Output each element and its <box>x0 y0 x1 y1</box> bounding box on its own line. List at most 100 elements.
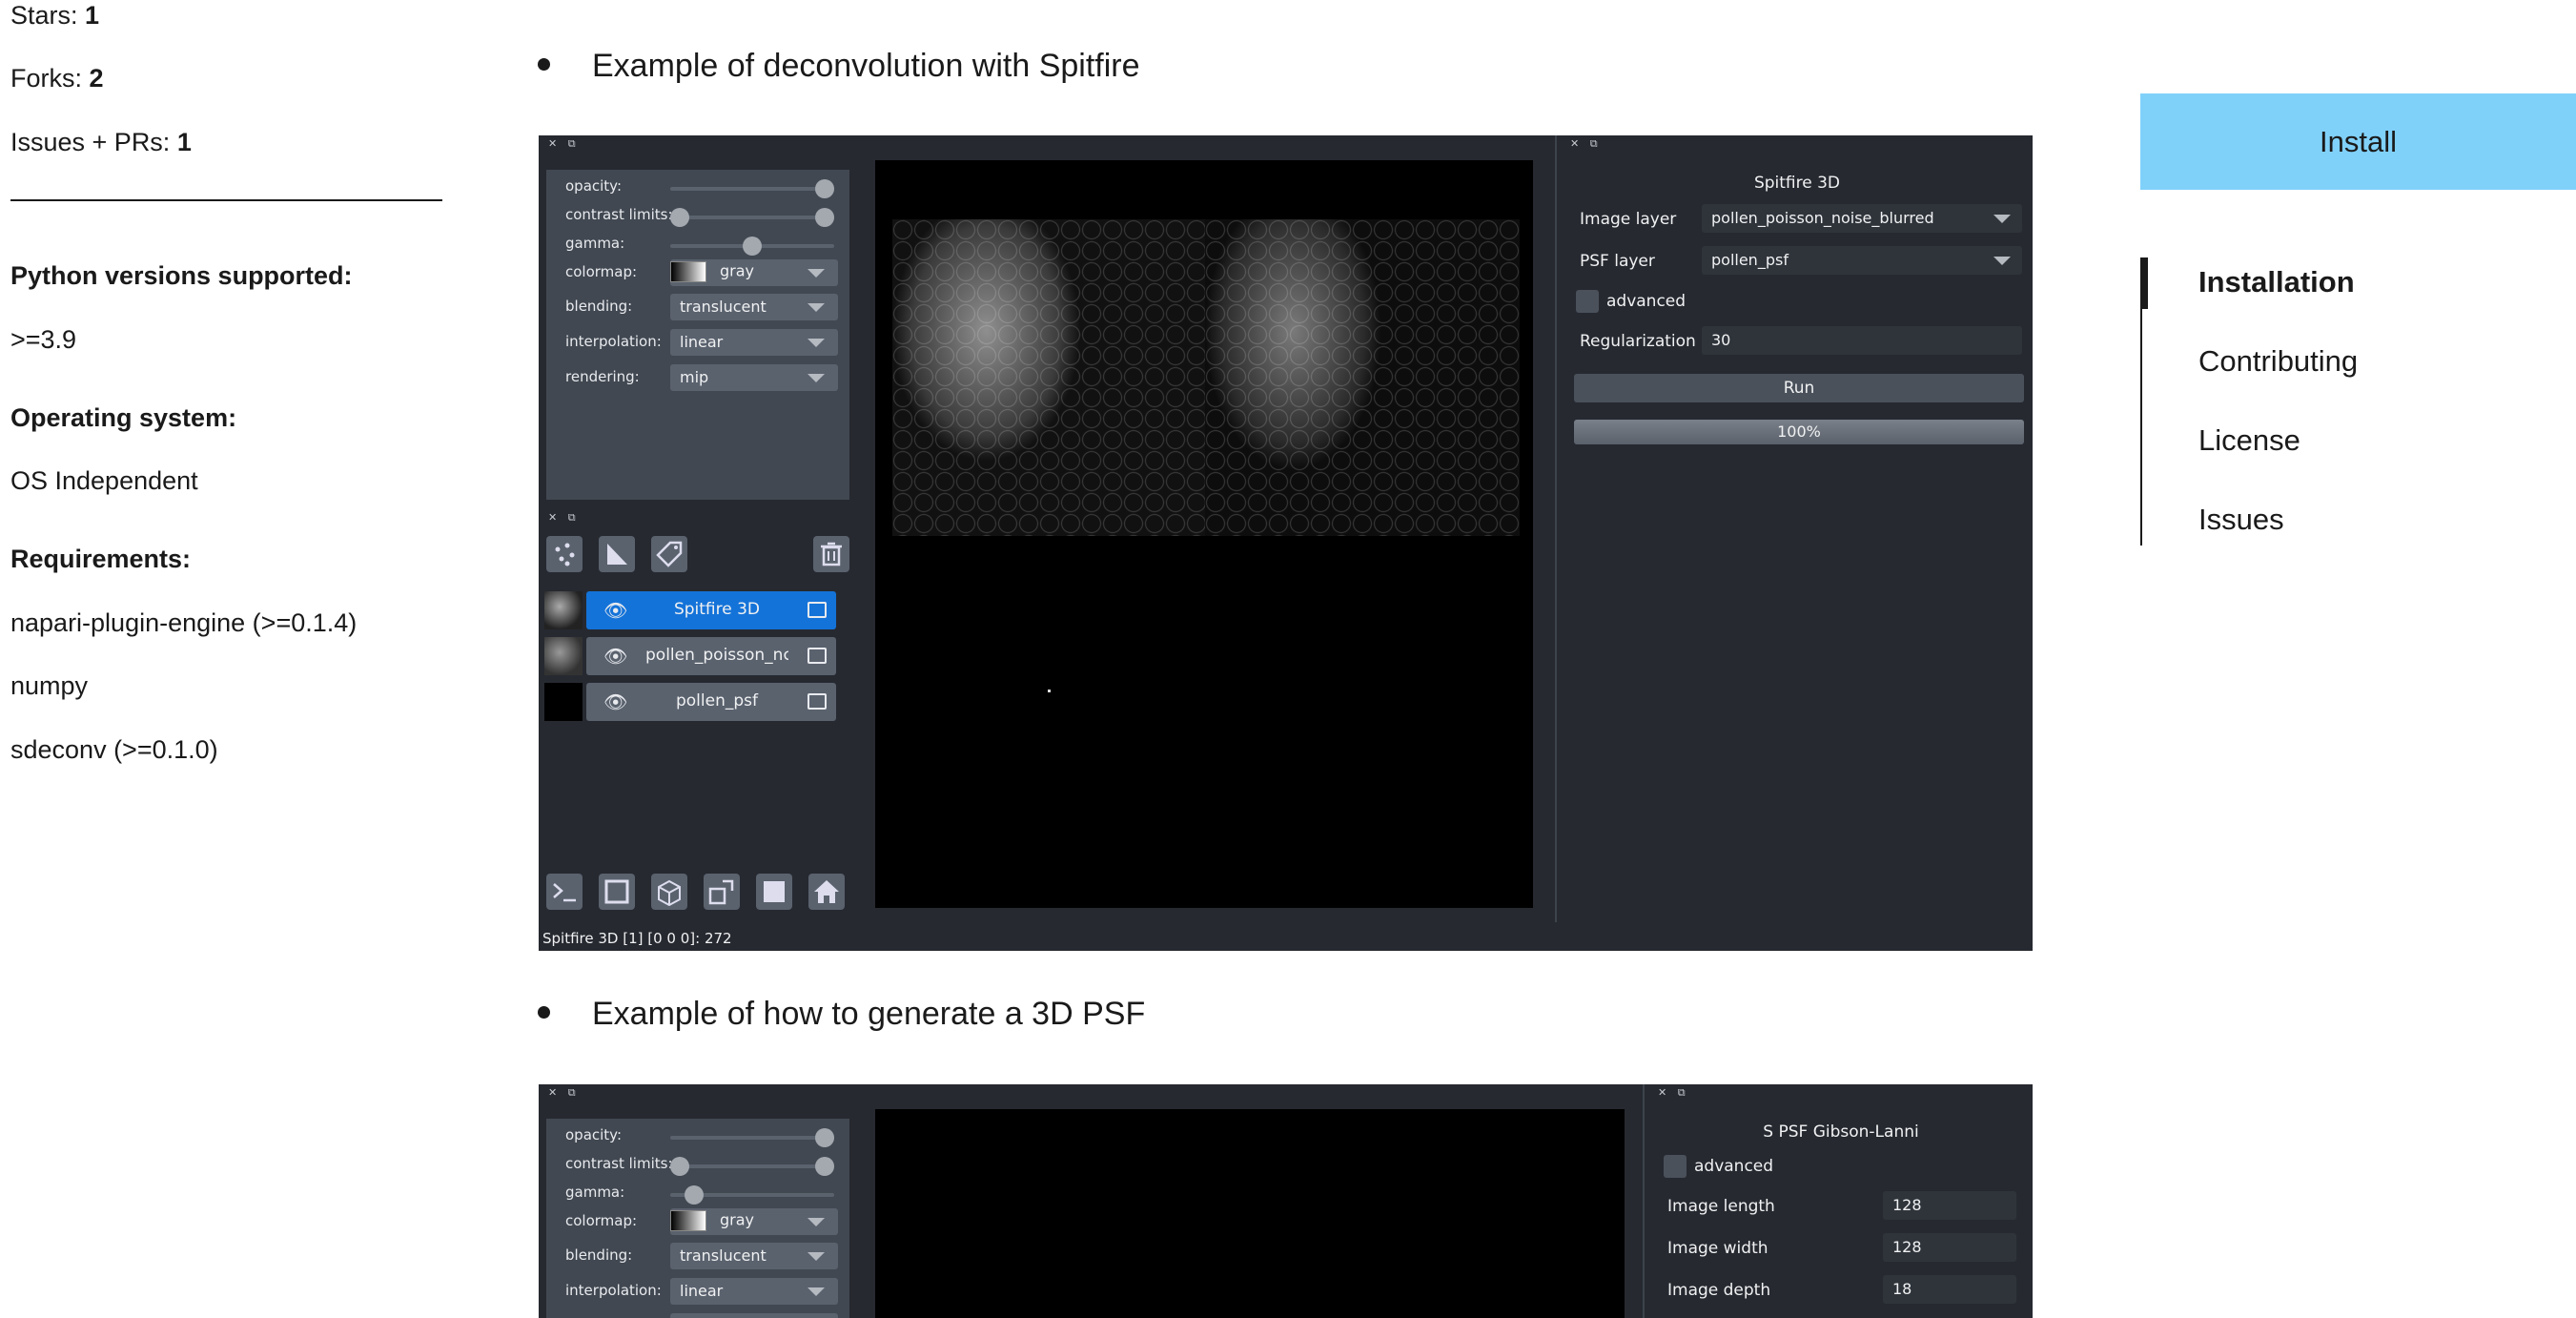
os-heading: Operating system: <box>10 403 237 432</box>
layer-list-item[interactable]: 👁 pollen_psf <box>544 683 836 721</box>
interpolation-select[interactable]: linear <box>670 1278 838 1305</box>
interpolation-value: linear <box>680 1282 724 1300</box>
image-layer-select[interactable]: pollen_poisson_noise_blurred <box>1702 204 2022 233</box>
rendering-label: rendering: <box>565 368 640 385</box>
requirements-heading: Requirements: <box>10 545 192 573</box>
chevron-down-icon <box>808 1218 825 1226</box>
layer-name: pollen_psf <box>675 691 758 710</box>
opacity-slider[interactable] <box>670 179 834 198</box>
image-width-input[interactable]: 128 <box>1883 1233 2016 1262</box>
rendering-select[interactable]: mip <box>670 364 838 391</box>
advanced-label: advanced <box>1606 292 1687 311</box>
divider <box>10 199 442 201</box>
ndisplay-button[interactable] <box>599 874 635 910</box>
interpolation-label: interpolation: <box>565 1282 662 1299</box>
eye-icon[interactable]: 👁 <box>603 690 627 713</box>
toc-item-installation[interactable]: Installation <box>2198 265 2355 299</box>
chevron-down-icon <box>808 374 825 382</box>
layer-thumbnail <box>544 637 583 675</box>
home-button[interactable] <box>808 874 845 910</box>
colormap-swatch <box>670 1210 706 1231</box>
new-shapes-button[interactable] <box>599 536 635 572</box>
opacity-slider[interactable] <box>670 1128 834 1147</box>
transpose-icon <box>708 879 734 905</box>
status-bar: Spitfire 3D [1] [0 0 0]: 272 <box>542 930 732 947</box>
grid-square-icon <box>764 881 785 902</box>
dock-title: Spitfire 3D <box>1753 174 1841 193</box>
image-layer-icon <box>808 648 827 664</box>
image-layer-label: Image layer <box>1580 210 1677 229</box>
psf-layer-select[interactable]: pollen_psf <box>1702 246 2022 275</box>
chevron-down-icon <box>808 339 825 347</box>
blending-select[interactable]: translucent <box>670 294 838 320</box>
colormap-value: gray <box>720 1210 755 1229</box>
layer-controls-panel: opacity: contrast limits: gamma: colorma… <box>546 170 849 500</box>
image-depth-input[interactable]: 18 <box>1883 1275 2016 1304</box>
eye-icon[interactable]: 👁 <box>603 645 627 668</box>
pollen-original-image <box>892 219 1205 536</box>
forks-stat: Forks: 2 <box>10 63 104 93</box>
label-tag-icon <box>656 541 683 567</box>
layer-name: Spitfire 3D <box>673 600 761 619</box>
viewer-canvas[interactable] <box>875 1109 1625 1318</box>
contrast-slider[interactable] <box>670 208 834 227</box>
rendering-value: mip <box>680 368 709 386</box>
toc-active-indicator <box>2140 257 2148 309</box>
run-button[interactable]: Run <box>1574 374 2024 402</box>
new-labels-button[interactable] <box>651 536 687 572</box>
points-icon <box>555 543 575 566</box>
opacity-label: opacity: <box>565 177 623 195</box>
console-button[interactable] <box>546 874 583 910</box>
image-layer-icon <box>808 602 827 618</box>
interpolation-label: interpolation: <box>565 333 662 350</box>
progress-bar: 100% <box>1574 420 2024 444</box>
blending-label: blending: <box>565 1246 633 1264</box>
toc-item-contributing[interactable]: Contributing <box>2198 344 2358 379</box>
image-layer-value: pollen_poisson_noise_blurred <box>1711 209 1934 227</box>
image-length-input[interactable]: 128 <box>1883 1191 2016 1220</box>
chevron-down-icon <box>808 269 825 278</box>
chevron-down-icon <box>1993 215 2011 223</box>
colormap-select[interactable]: gray <box>670 259 838 286</box>
delete-layer-button[interactable] <box>813 536 849 572</box>
viewer-canvas[interactable] <box>875 160 1533 908</box>
blending-select[interactable]: translucent <box>670 1243 838 1269</box>
new-points-button[interactable] <box>546 536 583 572</box>
grid-button[interactable] <box>756 874 792 910</box>
roll-dims-button[interactable] <box>651 874 687 910</box>
layer-name: pollen_poisson_nc <box>645 646 788 665</box>
issues-label: Issues + PRs: <box>10 128 171 156</box>
python-value: >=3.9 <box>10 325 77 354</box>
forks-value: 2 <box>89 64 104 93</box>
colormap-select[interactable]: gray <box>670 1208 838 1235</box>
gamma-slider[interactable] <box>670 1185 834 1205</box>
contrast-slider[interactable] <box>670 1157 834 1176</box>
toc-item-issues[interactable]: Issues <box>2198 503 2284 537</box>
gamma-slider[interactable] <box>670 237 834 256</box>
image-layer-icon <box>808 693 827 710</box>
image-length-label: Image length <box>1667 1197 1775 1216</box>
install-button[interactable]: Install <box>2140 93 2576 190</box>
requirement-item: sdeconv (>=0.1.0) <box>10 735 218 764</box>
toc-item-license[interactable]: License <box>2198 423 2300 458</box>
advanced-checkbox[interactable] <box>1664 1155 1687 1178</box>
rendering-select[interactable] <box>670 1313 838 1318</box>
chevron-down-icon <box>808 1287 825 1296</box>
layer-list-item[interactable]: 👁 Spitfire 3D <box>544 591 836 629</box>
stars-label: Stars: <box>10 1 78 30</box>
home-icon <box>814 880 839 903</box>
regularization-input[interactable]: 30 <box>1702 326 2022 355</box>
colormap-value: gray <box>720 261 755 280</box>
interpolation-select[interactable]: linear <box>670 329 838 356</box>
chevron-down-icon <box>808 303 825 312</box>
eye-icon[interactable]: 👁 <box>603 599 627 622</box>
layer-list-item[interactable]: 👁 pollen_poisson_nc <box>544 637 836 675</box>
colormap-label: colormap: <box>565 1212 638 1229</box>
python-heading: Python versions supported: <box>10 261 353 290</box>
advanced-checkbox[interactable] <box>1576 290 1599 313</box>
transpose-button[interactable] <box>704 874 740 910</box>
requirement-item: napari-plugin-engine (>=0.1.4) <box>10 608 358 637</box>
contrast-label: contrast limits: <box>565 1155 673 1172</box>
psf-layer-value: pollen_psf <box>1711 251 1789 269</box>
chevron-down-icon <box>808 1252 825 1261</box>
